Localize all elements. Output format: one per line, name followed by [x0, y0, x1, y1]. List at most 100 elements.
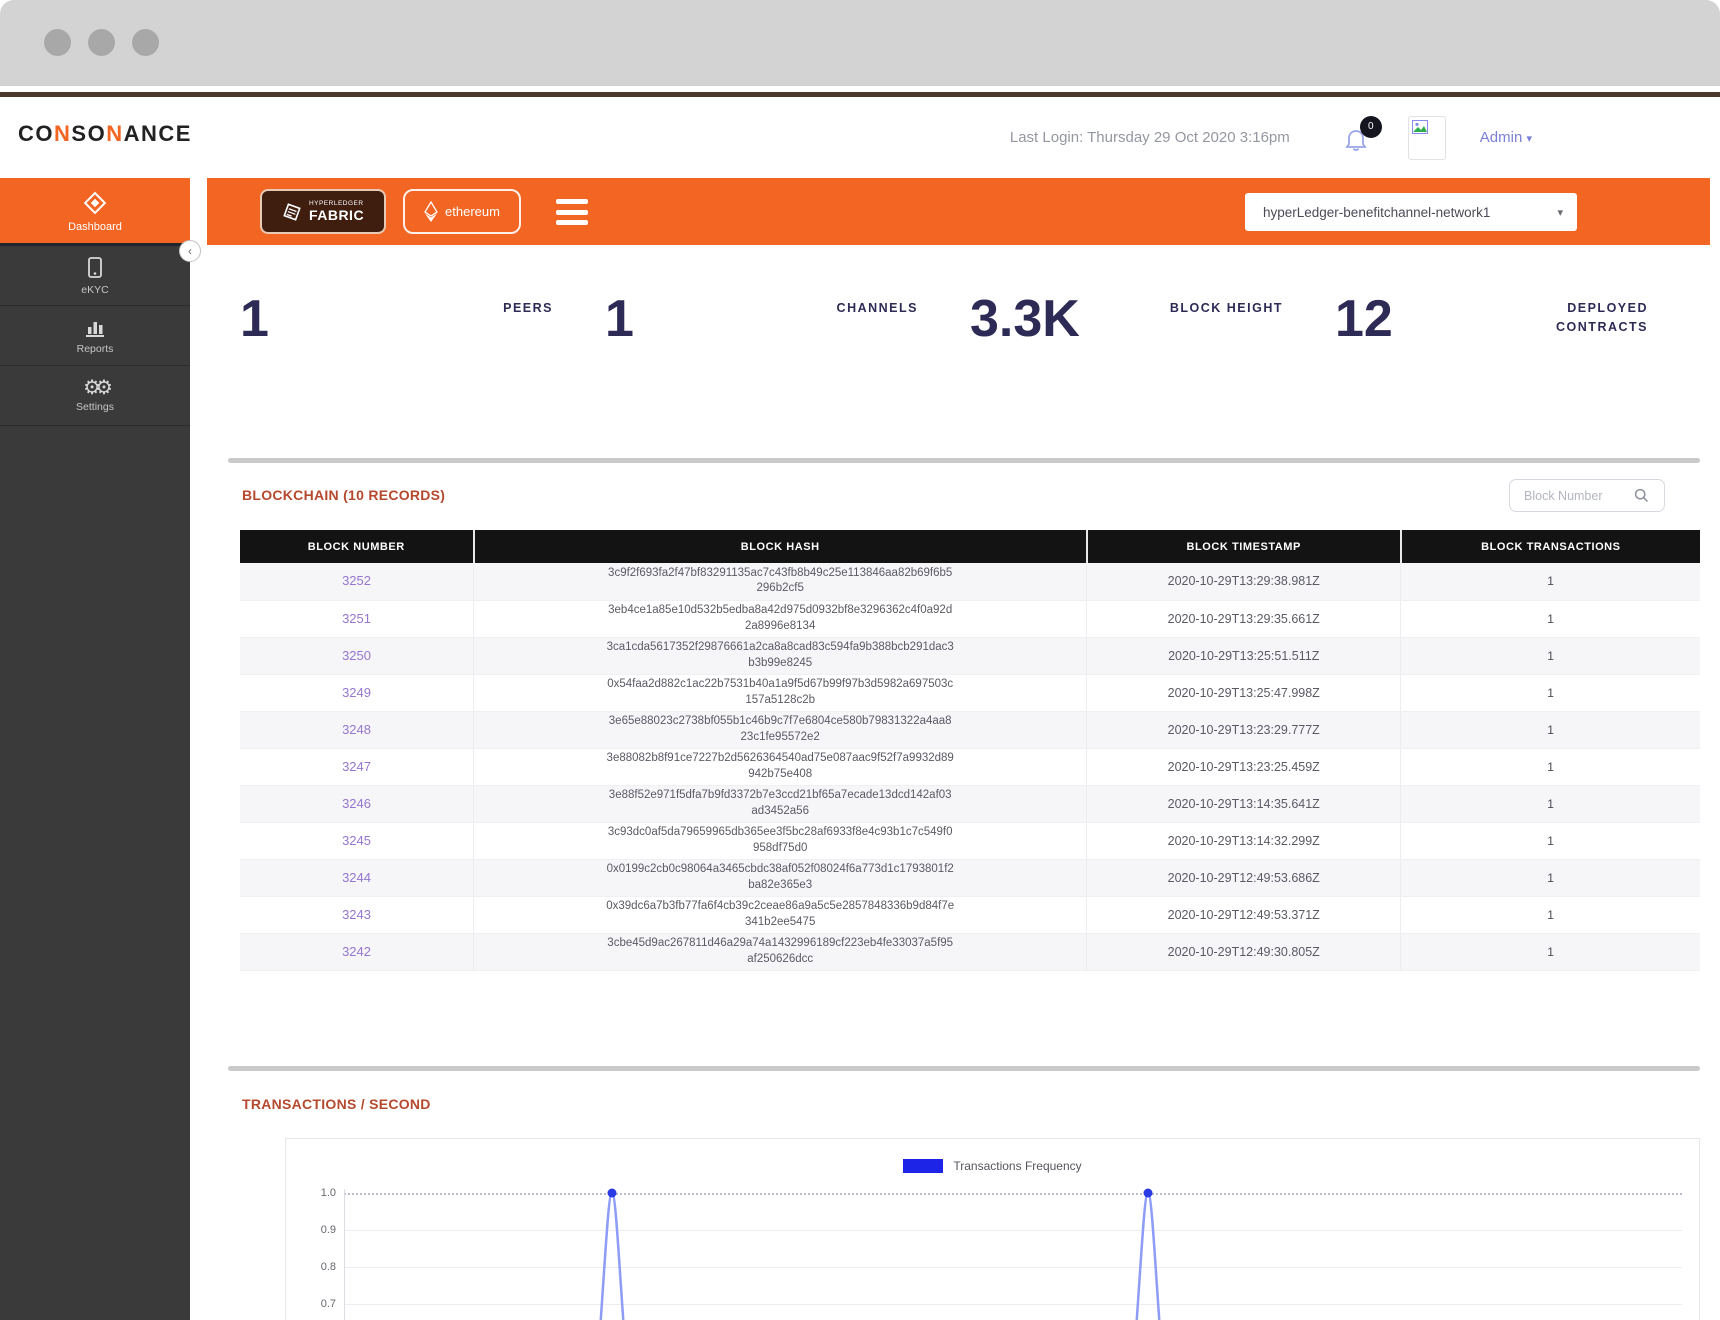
window-control-dot[interactable]	[88, 29, 115, 56]
table-row: 3251 3eb4ce1a85e10d532b5edba8a42d975d093…	[240, 600, 1700, 637]
block-transactions: 1	[1401, 637, 1700, 674]
legend-swatch	[903, 1159, 943, 1173]
block-hash: 3c9f2f693fa2f47bf83291135ac7c43fb8b49c25…	[606, 566, 954, 597]
hamburger-icon	[556, 199, 588, 204]
table-row: 3244 0x0199c2cb0c98064a3465cbdc38af052f0…	[240, 859, 1700, 896]
block-transactions: 1	[1401, 563, 1700, 600]
block-timestamp: 2020-10-29T13:14:35.641Z	[1087, 785, 1401, 822]
block-number-link[interactable]: 3252	[342, 573, 371, 588]
block-transactions: 1	[1401, 748, 1700, 785]
block-timestamp: 2020-10-29T13:23:29.777Z	[1087, 711, 1401, 748]
chart-series-spikes	[344, 1187, 1684, 1320]
block-transactions: 1	[1401, 785, 1700, 822]
app-logo[interactable]: CONSONANCE	[18, 121, 192, 147]
ekyc-icon	[84, 256, 106, 280]
block-hash: 3cbe45d9ac267811d46a29a74a1432996189cf22…	[606, 936, 954, 967]
window-controls	[44, 29, 159, 56]
col-block-hash: BLOCK HASH	[474, 530, 1087, 563]
ethereum-button[interactable]: ethereum	[403, 189, 521, 234]
block-timestamp: 2020-10-29T12:49:53.686Z	[1087, 859, 1401, 896]
blockchain-section-title: BLOCKCHAIN (10 RECORDS)	[242, 487, 445, 503]
block-number-link[interactable]: 3245	[342, 833, 371, 848]
block-hash: 3e65e88023c2738bf055b1c46b9c7f7e6804ce58…	[606, 714, 954, 745]
hyperledger-fabric-button[interactable]: HYPERLEDGER FABRIC	[260, 189, 386, 234]
block-transactions: 1	[1401, 600, 1700, 637]
stat-label: PEERS	[503, 299, 553, 318]
block-number-link[interactable]: 3243	[342, 907, 371, 922]
block-number-link[interactable]: 3246	[342, 796, 371, 811]
sidebar-item-settings[interactable]: ⚙⚙ Settings	[0, 366, 190, 426]
block-number-link[interactable]: 3251	[342, 611, 371, 626]
logo-text-accent: N	[54, 121, 71, 146]
block-hash: 3c93dc0af5da79659965db365ee3f5bc28af6933…	[606, 825, 954, 856]
network-select[interactable]: hyperLedger-benefitchannel-network1 ▾	[1245, 193, 1577, 231]
section-divider	[228, 458, 1700, 463]
block-number-link[interactable]: 3249	[342, 685, 371, 700]
sidebar-item-label: Dashboard	[68, 221, 122, 233]
table-row: 3252 3c9f2f693fa2f47bf83291135ac7c43fb8b…	[240, 563, 1700, 600]
block-timestamp: 2020-10-29T13:29:38.981Z	[1087, 563, 1401, 600]
block-timestamp: 2020-10-29T12:49:30.805Z	[1087, 933, 1401, 970]
col-block-timestamp: BLOCK TIMESTAMP	[1087, 530, 1401, 563]
sidebar-item-label: Settings	[76, 401, 114, 413]
transactions-chart: Transactions Frequency 1.0 0.9 0.8 0.7	[285, 1138, 1700, 1320]
stat-value: 1	[240, 293, 269, 345]
block-hash: 0x39dc6a7b3fb77fa6f4cb39c2ceae86a9a5c5e2…	[606, 899, 954, 930]
block-transactions: 1	[1401, 859, 1700, 896]
sidebar-item-dashboard[interactable]: Dashboard	[0, 178, 190, 246]
block-hash: 0x54faa2d882c1ac22b7531b40a1a9f5d67b99f9…	[606, 677, 954, 708]
block-transactions: 1	[1401, 896, 1700, 933]
block-number-link[interactable]: 3242	[342, 944, 371, 959]
chevron-left-icon: ‹	[188, 244, 192, 258]
stat-label: DEPLOYED CONTRACTS	[1528, 299, 1648, 337]
dashboard-icon	[81, 189, 109, 217]
ethereum-icon	[424, 201, 438, 223]
table-row: 3246 3e88f52e971f5dfa7b9fd3372b7e3ccd21b…	[240, 785, 1700, 822]
sidebar-collapse-toggle[interactable]: ‹	[179, 240, 201, 262]
block-timestamp: 2020-10-29T13:25:51.511Z	[1087, 637, 1401, 674]
table-row: 3248 3e65e88023c2738bf055b1c46b9c7f7e680…	[240, 711, 1700, 748]
y-axis-tick: 0.7	[300, 1296, 336, 1312]
stat-value: 12	[1335, 293, 1393, 345]
stats-row: 1 PEERS 1 CHANNELS 3.3K BLOCK HEIGHT 12 …	[207, 245, 1710, 457]
sidebar-item-label: eKYC	[81, 284, 108, 296]
search-icon[interactable]	[1634, 488, 1649, 503]
y-axis-tick: 0.9	[300, 1222, 336, 1238]
table-row: 3247 3e88082b8f91ce7227b2d5626364540ad75…	[240, 748, 1700, 785]
block-number-link[interactable]: 3247	[342, 759, 371, 774]
block-number-link[interactable]: 3250	[342, 648, 371, 663]
block-timestamp: 2020-10-29T12:49:53.371Z	[1087, 896, 1401, 933]
logo-text-accent: N	[106, 121, 123, 146]
reports-icon	[83, 317, 107, 339]
table-row: 3243 0x39dc6a7b3fb77fa6f4cb39c2ceae86a9a…	[240, 896, 1700, 933]
blocks-table: BLOCK NUMBER BLOCK HASH BLOCK TIMESTAMP …	[240, 530, 1700, 971]
window-control-dot[interactable]	[44, 29, 71, 56]
transactions-section-title: TRANSACTIONS / SECOND	[242, 1096, 431, 1112]
block-timestamp: 2020-10-29T13:25:47.998Z	[1087, 674, 1401, 711]
block-number-link[interactable]: 3248	[342, 722, 371, 737]
stat-label: BLOCK HEIGHT	[1170, 299, 1283, 318]
block-hash: 3e88f52e971f5dfa7b9fd3372b7e3ccd21bf65a7…	[606, 788, 954, 819]
window-control-dot[interactable]	[132, 29, 159, 56]
chevron-down-icon: ▾	[1557, 206, 1563, 219]
block-hash: 3eb4ce1a85e10d532b5edba8a42d975d0932bf8e…	[606, 603, 954, 634]
network-select-value: hyperLedger-benefitchannel-network1	[1263, 205, 1557, 220]
logo-text: ANCE	[124, 121, 192, 146]
stat-label: CHANNELS	[837, 299, 918, 318]
block-transactions: 1	[1401, 933, 1700, 970]
sidebar-item-reports[interactable]: Reports	[0, 306, 190, 366]
table-row: 3250 3ca1cda5617352f29876661a2ca8a8cad83…	[240, 637, 1700, 674]
block-timestamp: 2020-10-29T13:29:35.661Z	[1087, 600, 1401, 637]
search-input[interactable]	[1522, 488, 1634, 504]
fabric-button-line2: FABRIC	[309, 208, 364, 222]
section-divider	[228, 1066, 1700, 1071]
chart-legend[interactable]: Transactions Frequency	[286, 1159, 1699, 1173]
logo-text: SO	[71, 121, 106, 146]
block-hash: 0x0199c2cb0c98064a3465cbdc38af052f08024f…	[606, 862, 954, 893]
fabric-logo-icon	[282, 202, 302, 222]
sidebar-item-ekyc[interactable]: eKYC	[0, 246, 190, 306]
menu-toggle-button[interactable]	[556, 199, 588, 225]
block-number-link[interactable]: 3244	[342, 870, 371, 885]
block-timestamp: 2020-10-29T13:14:32.299Z	[1087, 822, 1401, 859]
sidebar: Dashboard eKYC Reports ⚙⚙ Settings	[0, 178, 190, 1320]
